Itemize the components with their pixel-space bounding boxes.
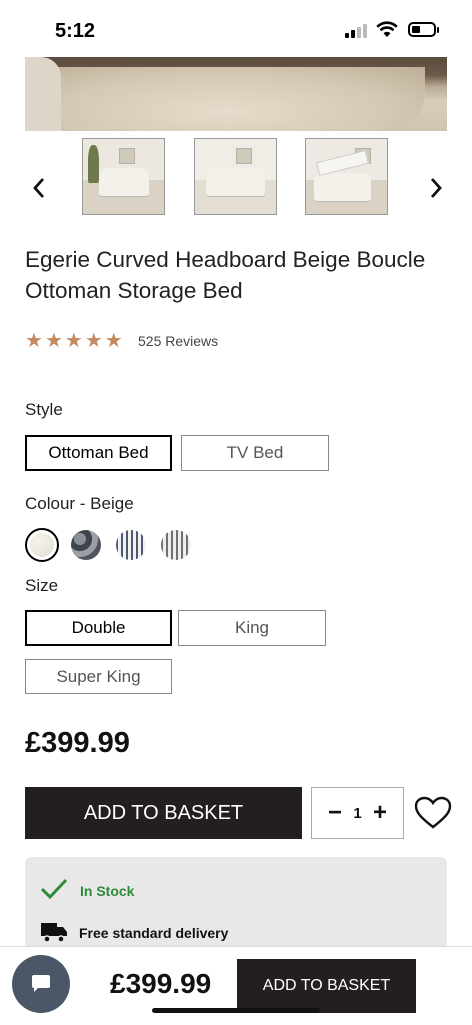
gallery-next-button[interactable] bbox=[421, 176, 451, 204]
reviews-link[interactable]: 525 Reviews bbox=[138, 333, 218, 349]
product-main-image[interactable] bbox=[25, 57, 447, 131]
chat-button[interactable] bbox=[12, 955, 70, 1013]
swatch-blue-stripe[interactable] bbox=[116, 530, 146, 560]
thumbnail-1[interactable] bbox=[82, 138, 165, 215]
status-time: 5:12 bbox=[55, 20, 96, 42]
product-title: Egerie Curved Headboard Beige Boucle Ott… bbox=[25, 247, 426, 303]
quantity-value[interactable]: 1 bbox=[353, 805, 361, 822]
star-icon: ★ bbox=[44, 330, 63, 352]
home-indicator[interactable] bbox=[152, 1008, 320, 1013]
quantity-stepper: − 1 + bbox=[311, 787, 404, 839]
add-to-basket-button[interactable]: ADD TO BASKET bbox=[25, 787, 302, 839]
chevron-left-icon bbox=[33, 178, 45, 198]
chat-bubble-icon bbox=[32, 975, 50, 992]
quantity-decrease-button[interactable]: − bbox=[328, 799, 342, 827]
size-option-king[interactable]: King bbox=[178, 610, 326, 646]
thumbnail-3[interactable] bbox=[305, 138, 388, 215]
thumbnail-2[interactable] bbox=[194, 138, 277, 215]
battery-icon bbox=[408, 22, 439, 37]
star-icon: ★ bbox=[25, 330, 43, 352]
gallery-prev-button[interactable] bbox=[24, 176, 54, 204]
size-option-double[interactable]: Double bbox=[25, 610, 172, 646]
checkmark-icon bbox=[40, 878, 68, 900]
colour-label: Colour - Beige bbox=[25, 494, 134, 513]
quantity-increase-button[interactable]: + bbox=[373, 799, 387, 827]
star-icon: ★ bbox=[104, 330, 123, 352]
cellular-signal-icon bbox=[345, 24, 367, 38]
product-price: £399.99 bbox=[25, 727, 130, 759]
sticky-price: £399.99 bbox=[110, 968, 212, 999]
wifi-icon bbox=[376, 21, 398, 37]
chevron-right-icon bbox=[430, 178, 442, 198]
style-option-ottoman-bed[interactable]: Ottoman Bed bbox=[25, 435, 172, 471]
stock-info-panel bbox=[25, 857, 447, 957]
delivery-text: Free standard delivery bbox=[79, 925, 229, 941]
in-stock-text: In Stock bbox=[80, 883, 135, 899]
style-option-tv-bed[interactable]: TV Bed bbox=[181, 435, 329, 471]
star-icon: ★ bbox=[64, 330, 83, 352]
style-label: Style bbox=[25, 400, 63, 419]
star-rating[interactable]: ★ ★ ★ ★ ★ bbox=[25, 330, 123, 352]
size-label: Size bbox=[25, 576, 59, 595]
size-option-super-king[interactable]: Super King bbox=[25, 659, 172, 694]
sticky-add-to-basket-button[interactable]: ADD TO BASKET bbox=[237, 959, 416, 1013]
swatch-beige[interactable] bbox=[25, 528, 59, 562]
delivery-truck-icon bbox=[41, 923, 67, 943]
wishlist-heart-icon[interactable] bbox=[414, 796, 452, 830]
swatch-grey-boucle[interactable] bbox=[71, 530, 101, 560]
star-icon: ★ bbox=[84, 330, 103, 352]
swatch-grey-stripe[interactable] bbox=[161, 530, 191, 560]
